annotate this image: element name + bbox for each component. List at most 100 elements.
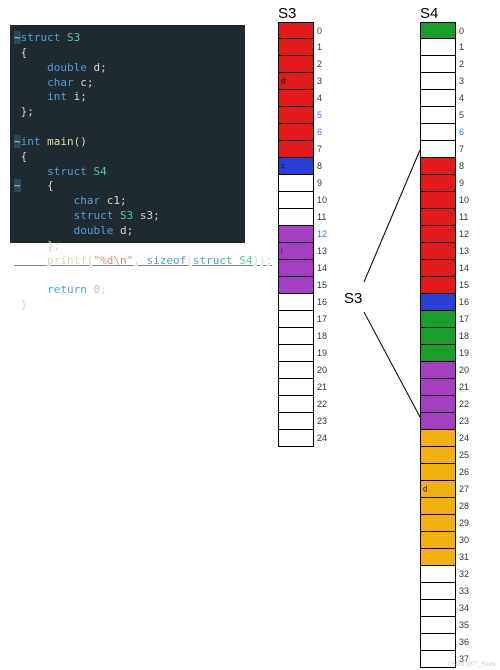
cell-index: 11	[459, 212, 468, 222]
cell-index: 9	[317, 178, 322, 188]
code-line: ~int main()	[14, 135, 241, 150]
cell-index: 36	[459, 637, 469, 647]
cell-index: 8	[459, 161, 464, 171]
cell-index: 1	[459, 42, 464, 52]
cell-label: c	[281, 162, 285, 171]
cell-36: 36	[420, 634, 456, 651]
cell-index: 30	[459, 535, 469, 545]
cell-index: 6	[317, 127, 322, 137]
cell-18: 18	[278, 328, 314, 345]
cell-8: 8	[420, 158, 456, 175]
code-line: ~struct struct S3S3	[14, 31, 241, 46]
code-line: int i;	[14, 90, 241, 105]
code-line: char c;	[14, 76, 241, 91]
cell-16: 16	[420, 294, 456, 311]
code-line: };	[14, 239, 241, 254]
cell-index: 7	[459, 144, 464, 154]
cell-index: 34	[459, 603, 469, 613]
cell-index: 22	[459, 399, 469, 409]
cell-8: 8c	[278, 158, 314, 175]
code-line: struct S4	[14, 165, 241, 180]
cell-7: 7	[420, 141, 456, 158]
cell-21: 21	[278, 379, 314, 396]
watermark: CSDN @IT_Stuck	[448, 662, 496, 668]
code-line: struct S3 s3;	[14, 209, 241, 224]
cell-1: 1	[420, 39, 456, 56]
cell-index: 21	[459, 382, 469, 392]
cell-30: 30	[420, 532, 456, 549]
cell-index: 19	[459, 348, 469, 358]
cell-14: 14	[278, 260, 314, 277]
cell-11: 11	[278, 209, 314, 226]
cell-label: i	[281, 247, 283, 256]
cell-28: 28	[420, 498, 456, 515]
cell-index: 35	[459, 620, 469, 630]
cell-index: 32	[459, 569, 469, 579]
cell-index: 8	[317, 161, 322, 171]
cell-24: 24	[278, 430, 314, 447]
cell-index: 5	[317, 110, 322, 120]
bridge-lines	[324, 22, 420, 442]
cell-index: 0	[459, 26, 464, 36]
code-line: {	[14, 46, 241, 61]
cell-2: 2	[420, 56, 456, 73]
code-line: return 0;	[14, 283, 241, 298]
cell-7: 7	[278, 141, 314, 158]
code-line: char c1;	[14, 194, 241, 209]
code-line	[14, 269, 241, 284]
cell-13: 13i	[278, 243, 314, 260]
cell-index: 20	[459, 365, 469, 375]
stack-s3: 0123d45678c910111213i1415161718192021222…	[278, 22, 314, 447]
cell-index: 14	[459, 263, 469, 273]
cell-29: 29	[420, 515, 456, 532]
cell-3: 3	[420, 73, 456, 90]
cell-index: 7	[317, 144, 322, 154]
cell-index: 4	[459, 93, 464, 103]
cell-13: 13	[420, 243, 456, 260]
code-line: double d;	[14, 61, 241, 76]
cell-3: 3d	[278, 73, 314, 90]
cell-index: 23	[459, 416, 469, 426]
cell-index: 5	[459, 110, 464, 120]
cell-12: 12	[278, 226, 314, 243]
cell-2: 2	[278, 56, 314, 73]
cell-33: 33	[420, 583, 456, 600]
cell-25: 25	[420, 447, 456, 464]
cell-5: 5	[420, 107, 456, 124]
cell-label: d	[281, 77, 285, 86]
cell-26: 26	[420, 464, 456, 481]
cell-index: 15	[459, 280, 469, 290]
cell-15: 15	[278, 277, 314, 294]
cell-5: 5	[278, 107, 314, 124]
cell-index: 16	[459, 297, 469, 307]
cell-index: 10	[459, 195, 469, 205]
cell-index: 12	[459, 229, 469, 239]
cell-0: 0	[420, 22, 456, 39]
cell-index: 24	[459, 433, 469, 443]
cell-4: 4	[420, 90, 456, 107]
cell-19: 19	[420, 345, 456, 362]
cell-34: 34	[420, 600, 456, 617]
code-line: printf("%d\n", sizeof(struct S4));	[14, 254, 241, 269]
cell-16: 16	[278, 294, 314, 311]
code-line: double d;	[14, 224, 241, 239]
cell-label: d	[423, 485, 427, 494]
stack-title-s3: S3	[278, 5, 296, 22]
cell-index: 31	[459, 552, 469, 562]
bridge-label: S3	[344, 290, 362, 307]
cell-index: 29	[459, 518, 469, 528]
cell-15: 15	[420, 277, 456, 294]
cell-20: 20	[278, 362, 314, 379]
cell-1: 1	[278, 39, 314, 56]
cell-index: 2	[317, 59, 322, 69]
cell-index: 27	[459, 484, 469, 494]
cell-index: 33	[459, 586, 469, 596]
cell-35: 35	[420, 617, 456, 634]
cell-4: 4	[278, 90, 314, 107]
code-line: };	[14, 105, 241, 120]
cell-22: 22	[420, 396, 456, 413]
cell-11: 11	[420, 209, 456, 226]
cell-23: 23	[278, 413, 314, 430]
code-line: }	[14, 298, 241, 313]
code-panel: ~struct struct S3S3 { double d; char c; …	[10, 25, 245, 243]
